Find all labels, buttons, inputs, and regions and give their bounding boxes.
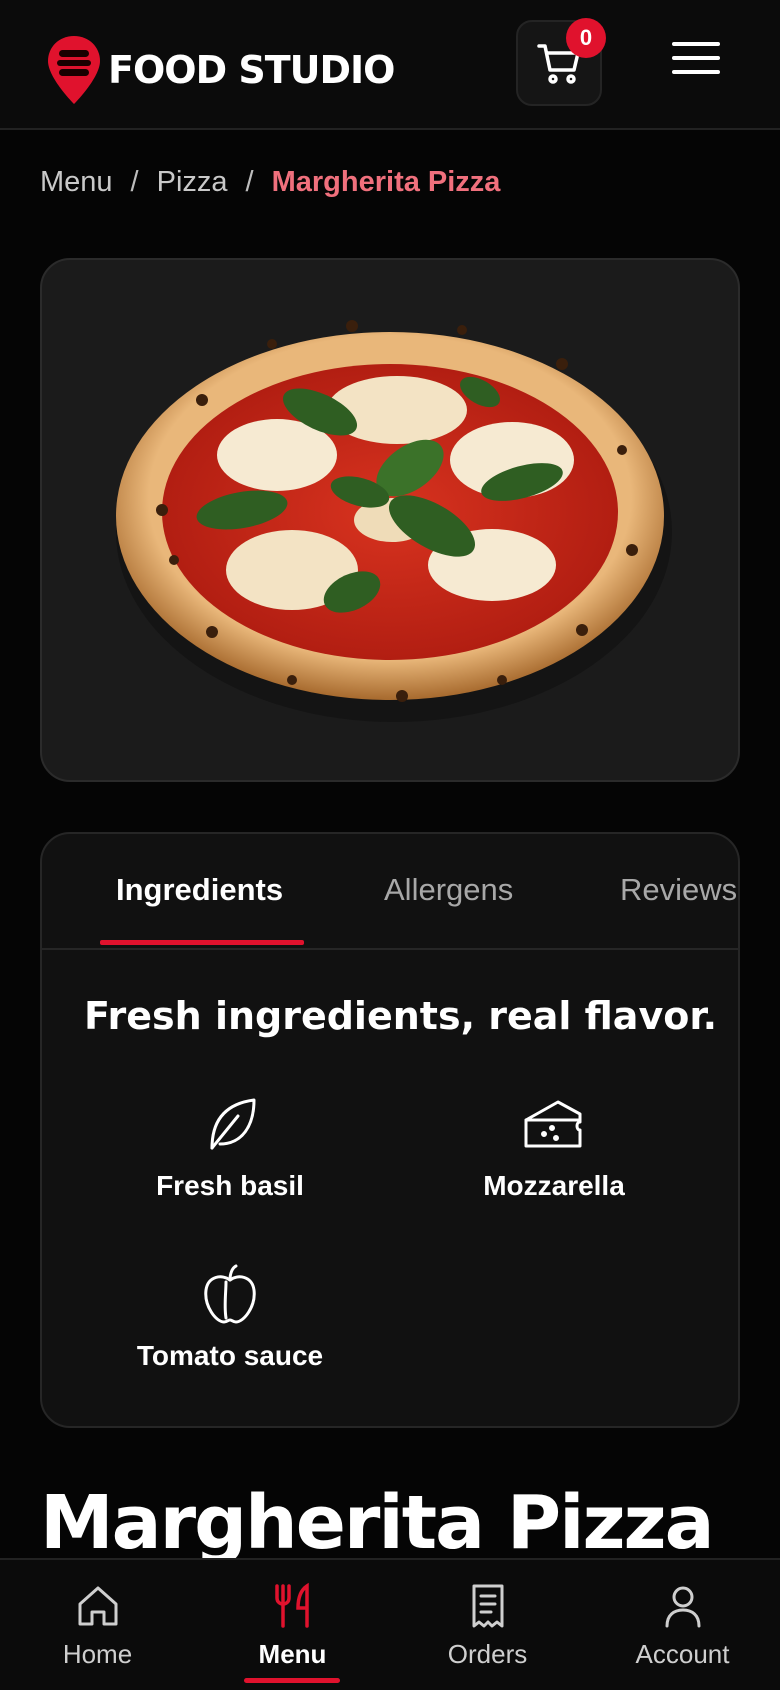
product-image-card [40,258,740,782]
breadcrumb-separator: / [130,166,139,198]
breadcrumb-separator: / [245,166,254,198]
nav-home-label: Home [62,1639,133,1669]
receipt-icon [472,1584,503,1628]
brand-logo[interactable]: FOOD STUDIO [46,34,395,106]
nav-orders[interactable]: Orders [390,1560,585,1690]
location-pin-burger-icon [48,36,100,104]
nav-menu[interactable]: Menu [195,1560,390,1690]
active-tab-indicator [100,940,304,945]
cheese-icon [524,1100,582,1148]
nav-home[interactable]: Home [0,1560,195,1690]
nav-account-label: Account [635,1639,730,1669]
tab-bar: Ingredients Allergens Reviews [42,834,738,950]
breadcrumb-pizza-link[interactable]: Pizza [157,166,228,199]
breadcrumb-menu-link[interactable]: Menu [40,166,113,199]
nav-menu-label: Menu [258,1639,327,1669]
breadcrumb-current: Margherita Pizza [271,166,501,198]
ingredient-item: Tomato sauce [70,1262,390,1372]
ingredient-label: Mozzarella [483,1170,625,1201]
leaf-icon [210,1098,256,1150]
nav-account[interactable]: Account [585,1560,780,1690]
utensils-icon [274,1582,309,1628]
user-icon [665,1586,700,1628]
cart-count-badge: 0 [566,18,606,58]
bottom-navigation: Home Menu Orders Account [0,1558,780,1690]
product-info-card: Ingredients Allergens Reviews Fresh ingr… [40,832,740,1428]
hamburger-menu-button[interactable] [672,42,720,82]
tab-ingredients[interactable]: Ingredients [116,872,283,908]
ingredient-label: Fresh basil [156,1170,304,1201]
ingredient-label: Tomato sauce [136,1340,324,1371]
product-title: Margherita Pizza [40,1480,715,1566]
app-header: FOOD STUDIO 0 [0,0,780,130]
ingredients-heading: Fresh ingredients, real flavor. [84,994,718,1038]
hamburger-icon [672,42,720,46]
apple-icon [204,1264,256,1324]
brand-name: FOOD STUDIO [108,48,395,92]
nav-active-indicator [244,1678,340,1683]
breadcrumb: Menu / Pizza / Margherita Pizza [40,166,500,199]
tab-reviews[interactable]: Reviews [620,872,737,908]
tab-allergens[interactable]: Allergens [384,872,513,908]
margherita-pizza-image [116,320,672,722]
home-icon [78,1586,117,1626]
ingredient-item: Fresh basil [70,1092,390,1202]
nav-orders-label: Orders [447,1639,528,1669]
ingredient-item: Mozzarella [394,1092,714,1202]
